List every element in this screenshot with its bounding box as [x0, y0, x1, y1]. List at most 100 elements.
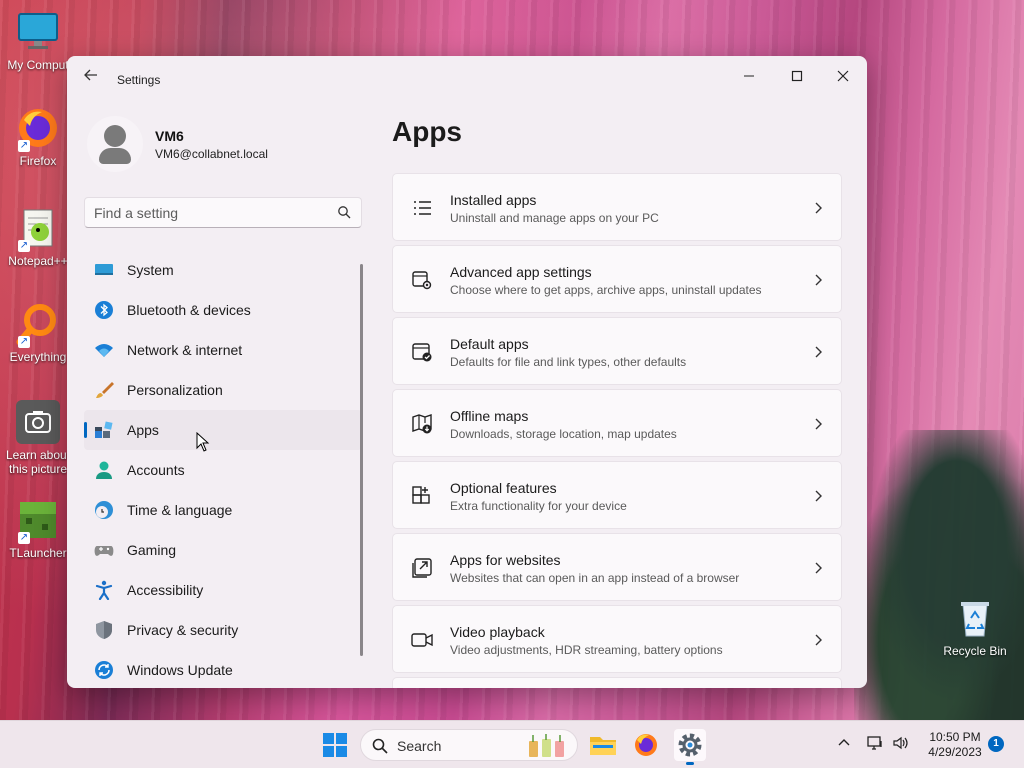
sidebar-item-accounts[interactable]: Accounts [84, 450, 362, 490]
search-icon[interactable] [337, 205, 351, 219]
tlauncher-icon: ↗ [16, 498, 60, 544]
chevron-right-icon [815, 274, 822, 286]
firefox-icon: ↗ [16, 106, 60, 152]
brush-icon [96, 382, 114, 398]
desktop-icon-recycle-bin[interactable]: Recycle Bin [936, 596, 1014, 658]
minimize-button[interactable] [727, 62, 771, 92]
page-title: Apps [392, 116, 462, 147]
card-installed-apps[interactable]: Installed apps Uninstall and manage apps… [392, 173, 842, 241]
shortcut-arrow-icon: ↗ [18, 140, 30, 152]
title-bar: Settings [67, 56, 867, 104]
wallpaper-tree [854, 430, 1024, 730]
notepadpp-icon: ↗ [16, 206, 60, 252]
shield-icon [96, 621, 112, 639]
clock-date: 4/29/2023 [928, 745, 982, 759]
sidebar-item-apps[interactable]: Apps [84, 410, 362, 450]
settings-window: Settings VM6 VM6@collabnet.local System … [67, 56, 867, 688]
search-icon [372, 738, 388, 754]
close-button[interactable] [821, 62, 865, 92]
active-indicator [84, 422, 87, 438]
sidebar-item-network[interactable]: Network & internet [84, 330, 362, 370]
window-title: Settings [117, 73, 161, 87]
sidebar-item-time-language[interactable]: Time & language [84, 490, 362, 530]
card-offline-maps[interactable]: Offline maps Downloads, storage location… [392, 389, 842, 457]
close-icon [837, 70, 849, 82]
shortcut-arrow-icon: ↗ [18, 336, 30, 348]
wifi-icon [95, 344, 113, 357]
taskbar-file-explorer[interactable] [587, 729, 619, 761]
desktop-icon-tlauncher[interactable]: ↗ TLauncher [0, 498, 76, 560]
profile-email: VM6@collabnet.local [155, 147, 268, 161]
taskbar-search[interactable]: Search [360, 729, 578, 761]
card-default-apps[interactable]: Default apps Defaults for file and link … [392, 317, 842, 385]
card-advanced-app-settings[interactable]: Advanced app settings Choose where to ge… [392, 245, 842, 313]
chevron-right-icon [815, 562, 822, 574]
shortcut-arrow-icon: ↗ [18, 240, 30, 252]
sidebar-scrollbar[interactable] [360, 264, 363, 656]
update-icon [95, 661, 113, 679]
shortcut-arrow-icon: ↗ [18, 532, 30, 544]
bluetooth-icon [95, 301, 113, 319]
show-hidden-icons-button[interactable] [837, 735, 851, 752]
card-video-playback[interactable]: Video playback Video adjustments, HDR st… [392, 605, 842, 673]
folder-icon [590, 737, 616, 755]
maximize-button[interactable] [775, 62, 819, 92]
accounts-icon [96, 461, 112, 479]
clock-time: 10:50 PM [929, 730, 981, 744]
gear-icon [678, 733, 702, 757]
desktop-icon-my-computer[interactable]: My Comput [0, 10, 76, 72]
start-button[interactable] [319, 729, 351, 761]
minimize-icon [744, 75, 754, 77]
chevron-right-icon [815, 202, 822, 214]
system-icon [95, 264, 113, 275]
monitor-icon [16, 10, 60, 54]
network-status-button[interactable] [866, 735, 884, 754]
sidebar-item-bluetooth[interactable]: Bluetooth & devices [84, 290, 362, 330]
sidebar-item-gaming[interactable]: Gaming [84, 530, 362, 570]
default-apps-icon [412, 343, 432, 362]
avatar-body [99, 148, 131, 164]
taskbar: Search 10:50 PM 4/29/2023 [0, 720, 1024, 768]
map-icon [412, 414, 432, 434]
accessibility-icon [95, 580, 113, 600]
card-partial-next[interactable] [392, 677, 842, 688]
desktop-icon-firefox[interactable]: ↗ Firefox [0, 106, 76, 168]
taskbar-firefox[interactable] [630, 729, 662, 761]
sidebar-nav: System Bluetooth & devices Network & int… [84, 250, 362, 688]
firefox-icon [635, 734, 657, 756]
chevron-right-icon [815, 418, 822, 430]
card-apps-for-websites[interactable]: Apps for websites Websites that can open… [392, 533, 842, 601]
apps-icon [95, 421, 113, 438]
speaker-icon [893, 736, 908, 750]
gamepad-icon [94, 546, 114, 556]
volume-button[interactable] [892, 735, 910, 754]
avatar[interactable] [87, 116, 143, 172]
sidebar-item-privacy[interactable]: Privacy & security [84, 610, 362, 650]
sidebar-item-system[interactable]: System [84, 250, 362, 290]
camera-icon [16, 400, 60, 444]
desktop-icon-notepadpp[interactable]: ↗ Notepad++ [0, 206, 76, 268]
desktop-icon-everything[interactable]: ↗ Everything [0, 302, 76, 364]
clock[interactable]: 10:50 PM 4/29/2023 [920, 730, 990, 760]
sidebar-item-windows-update[interactable]: Windows Update [84, 650, 362, 688]
chevron-right-icon [815, 490, 822, 502]
maximize-icon [791, 70, 803, 82]
desktop-icon-learn-about-picture[interactable]: Learn about this picture [0, 400, 76, 476]
find-setting-input[interactable] [94, 203, 324, 223]
video-icon [411, 633, 433, 647]
apps-settings-list: Installed apps Uninstall and manage apps… [392, 173, 842, 688]
add-grid-icon [412, 486, 430, 504]
list-icon [414, 201, 431, 215]
search-highlight-drinks-icon [529, 734, 564, 757]
chevron-right-icon [815, 346, 822, 358]
find-setting-box[interactable] [84, 197, 362, 228]
everything-icon: ↗ [16, 302, 60, 348]
taskbar-settings[interactable] [674, 729, 706, 765]
sidebar-item-personalization[interactable]: Personalization [84, 370, 362, 410]
sidebar-item-accessibility[interactable]: Accessibility [84, 570, 362, 610]
notification-badge[interactable]: 1 [988, 736, 1004, 752]
back-button[interactable] [81, 68, 101, 88]
network-wired-icon [867, 736, 882, 750]
card-optional-features[interactable]: Optional features Extra functionality fo… [392, 461, 842, 529]
chevron-up-icon [838, 739, 850, 746]
